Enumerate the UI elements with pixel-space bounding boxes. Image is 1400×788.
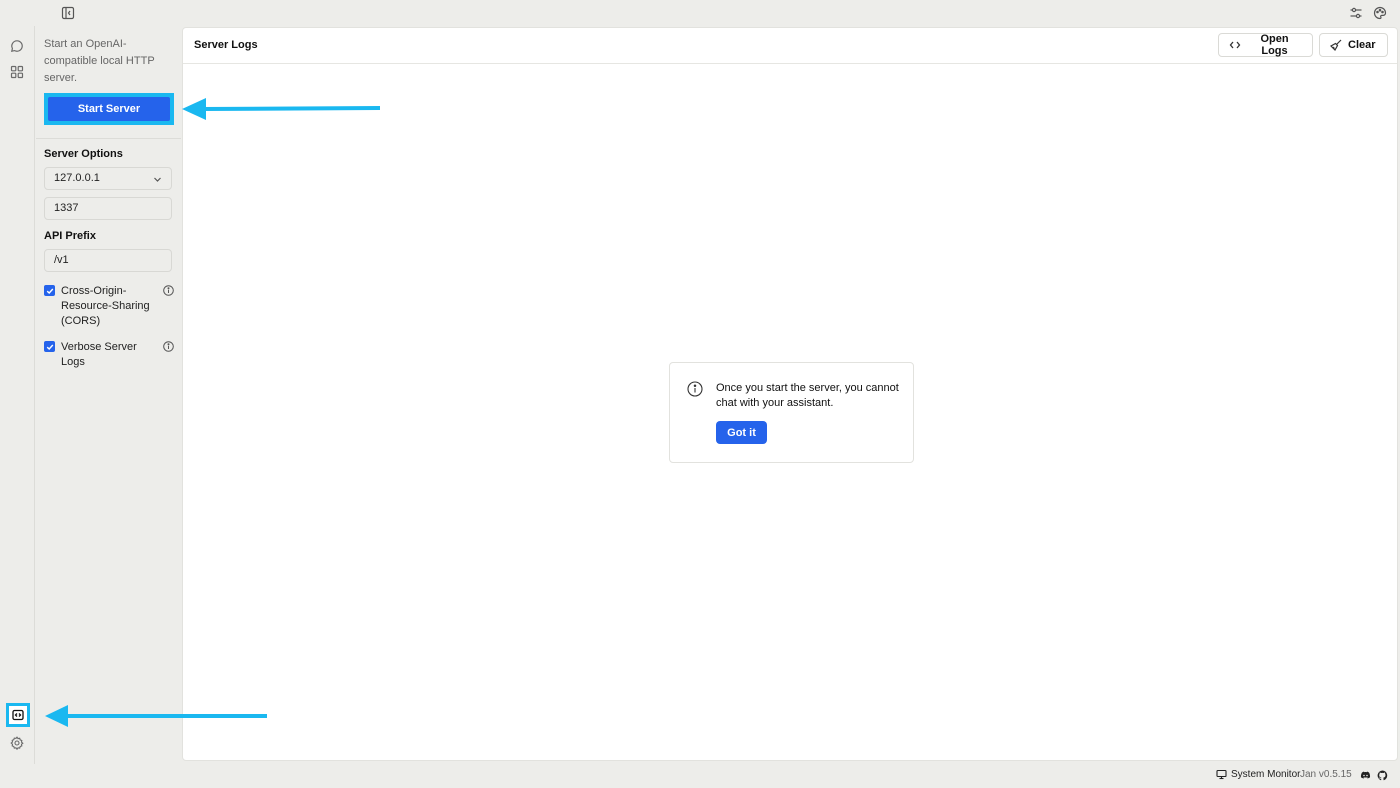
- system-monitor-button[interactable]: System Monitor: [1216, 769, 1300, 780]
- server-logs-header: Server Logs Open Logs Clear: [183, 28, 1397, 64]
- host-select[interactable]: 127.0.0.1: [44, 167, 172, 190]
- page-title: Server Logs: [194, 39, 258, 51]
- clear-button[interactable]: Clear: [1319, 33, 1388, 57]
- port-input[interactable]: 1337: [44, 197, 172, 220]
- api-prefix-title: API Prefix: [44, 230, 96, 242]
- chat-icon[interactable]: [10, 39, 24, 53]
- local-api-server-icon[interactable]: [6, 703, 30, 727]
- notice-text: Once you start the server, you cannot ch…: [716, 382, 899, 409]
- server-description: Start an OpenAI-compatible local HTTP se…: [44, 38, 155, 84]
- github-icon[interactable]: [1377, 770, 1388, 781]
- cors-checkbox[interactable]: [44, 285, 55, 296]
- info-icon: [687, 381, 703, 397]
- api-prefix-input[interactable]: /v1: [44, 249, 172, 272]
- panel-divider: [36, 138, 181, 139]
- start-server-highlight: Start Server: [44, 93, 174, 125]
- system-monitor-label: System Monitor: [1231, 769, 1301, 780]
- server-logs-view: Server Logs Open Logs Clear Once you sta…: [182, 27, 1398, 761]
- chevron-down-icon: [153, 175, 162, 184]
- grid-icon[interactable]: [10, 65, 24, 79]
- cors-option: Cross-Origin-Resource-Sharing (CORS): [44, 284, 174, 328]
- code-icon: [1229, 39, 1241, 51]
- palette-icon[interactable]: [1373, 6, 1387, 20]
- got-it-button[interactable]: Got it: [716, 421, 767, 444]
- info-icon[interactable]: [163, 341, 174, 352]
- arrow-annotation: [182, 98, 381, 120]
- verbose-logs-checkbox[interactable]: [44, 341, 55, 352]
- discord-icon[interactable]: [1360, 770, 1371, 781]
- start-server-button[interactable]: Start Server: [48, 97, 170, 121]
- clear-label: Clear: [1348, 39, 1376, 51]
- api-prefix-value: /v1: [54, 254, 69, 266]
- server-options-title: Server Options: [44, 148, 123, 160]
- host-value: 127.0.0.1: [54, 172, 100, 184]
- open-logs-label: Open Logs: [1260, 33, 1289, 57]
- app-version: Jan v0.5.15: [1300, 769, 1352, 780]
- top-bar: [0, 0, 1400, 26]
- cors-label: Cross-Origin-Resource-Sharing (CORS): [61, 285, 150, 327]
- icon-rail: [0, 26, 35, 764]
- monitor-icon: [1216, 769, 1227, 780]
- sidebar-toggle-icon[interactable]: [61, 6, 75, 20]
- info-icon[interactable]: [163, 285, 174, 296]
- verbose-logs-label: Verbose Server Logs: [61, 341, 137, 368]
- open-logs-button[interactable]: Open Logs: [1218, 33, 1313, 57]
- server-notice-card: Once you start the server, you cannot ch…: [669, 362, 914, 463]
- broom-icon: [1330, 39, 1342, 51]
- port-value: 1337: [54, 202, 79, 214]
- gear-icon[interactable]: [10, 736, 24, 750]
- server-settings-panel: Start an OpenAI-compatible local HTTP se…: [36, 26, 181, 764]
- verbose-logs-option: Verbose Server Logs: [44, 340, 174, 370]
- status-bar: System Monitor Jan v0.5.15: [0, 764, 1400, 788]
- arrow-annotation: [45, 705, 267, 727]
- sliders-icon[interactable]: [1349, 6, 1363, 20]
